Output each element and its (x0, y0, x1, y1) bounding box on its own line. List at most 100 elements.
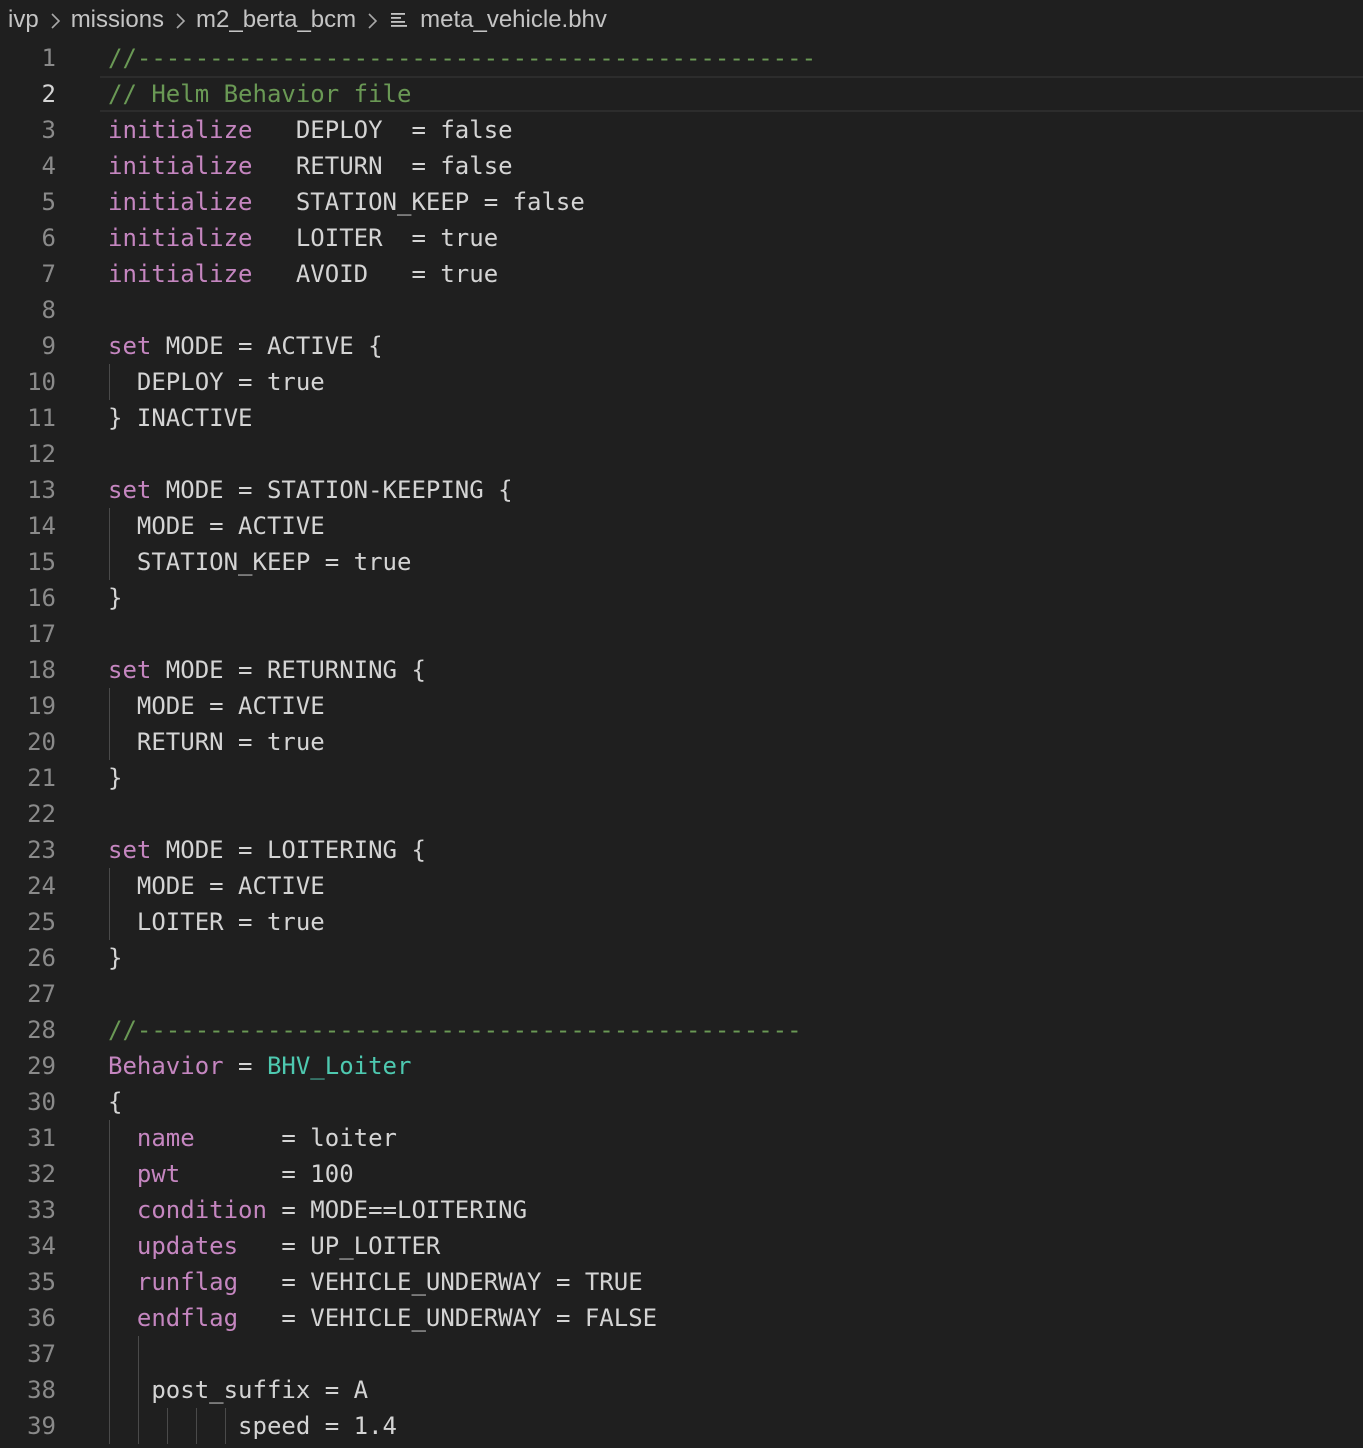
code-text: condition = MODE==LOITERING (108, 1192, 527, 1228)
code-line[interactable]: 11} INACTIVE (0, 400, 1363, 436)
code-token: LOITER = true (252, 224, 499, 252)
code-text: } (108, 580, 122, 616)
line-number: 5 (41, 188, 56, 216)
code-line[interactable]: 26} (0, 940, 1363, 976)
code-line-content[interactable] (100, 292, 1363, 328)
code-line-content[interactable]: initialize RETURN = false (100, 148, 1363, 184)
code-line-content[interactable]: initialize STATION_KEEP = false (100, 184, 1363, 220)
code-line[interactable]: 5 initialize STATION_KEEP = false (0, 184, 1363, 220)
code-line-content[interactable]: set MODE = RETURNING { (100, 652, 1363, 688)
code-line[interactable]: 6 initialize LOITER = true (0, 220, 1363, 256)
code-token: DEPLOY = false (252, 116, 513, 144)
breadcrumb-item-m2-berta-bcm[interactable]: m2_berta_bcm (196, 6, 356, 34)
code-line[interactable]: 23 set MODE = LOITERING { (0, 832, 1363, 868)
code-line[interactable]: 34 updates = UP_LOITER (0, 1228, 1363, 1264)
code-line-content[interactable]: // Helm Behavior file (100, 76, 1363, 112)
breadcrumb-item-ivp[interactable]: ivp (8, 6, 39, 34)
code-line[interactable]: 4 initialize RETURN = false (0, 148, 1363, 184)
code-line[interactable]: 13 set MODE = STATION-KEEPING { (0, 472, 1363, 508)
indent-guide (109, 1120, 110, 1444)
code-line-content[interactable]: pwt = 100 (100, 1156, 1363, 1192)
code-line-content[interactable]: DEPLOY = true (100, 364, 1363, 400)
code-line-content[interactable]: STATION_KEEP = true (100, 544, 1363, 580)
code-line[interactable]: 35 runflag = VEHICLE_UNDERWAY = TRUE (0, 1264, 1363, 1300)
code-line[interactable]: 22 (0, 796, 1363, 832)
code-editor[interactable]: 1 //-------------------------------------… (0, 40, 1363, 1448)
code-line-content[interactable]: name = loiter (100, 1120, 1363, 1156)
code-token: Behavior (108, 1052, 224, 1080)
code-line-content[interactable]: MODE = ACTIVE (100, 688, 1363, 724)
code-line-content[interactable]: //--------------------------------------… (100, 1012, 1363, 1048)
code-line[interactable]: 12 (0, 436, 1363, 472)
line-number: 30 (27, 1088, 56, 1116)
line-number: 25 (27, 908, 56, 936)
code-line-content[interactable]: Behavior = BHV_Loiter (100, 1048, 1363, 1084)
code-text: initialize RETURN = false (108, 148, 513, 184)
line-number: 20 (27, 728, 56, 756)
code-line-content[interactable]: initialize AVOID = true (100, 256, 1363, 292)
code-line[interactable]: 19 MODE = ACTIVE (0, 688, 1363, 724)
code-line-content[interactable]: initialize DEPLOY = false (100, 112, 1363, 148)
code-line[interactable]: 31 name = loiter (0, 1120, 1363, 1156)
code-line[interactable]: 7 initialize AVOID = true (0, 256, 1363, 292)
code-line-content[interactable]: speed = 1.4 (100, 1408, 1363, 1444)
code-line[interactable]: 24 MODE = ACTIVE (0, 868, 1363, 904)
code-line-content[interactable] (100, 436, 1363, 472)
breadcrumb-item-file[interactable]: meta_vehicle.bhv (388, 6, 607, 34)
code-line[interactable]: 33 condition = MODE==LOITERING (0, 1192, 1363, 1228)
code-line-content[interactable]: } (100, 580, 1363, 616)
code-line[interactable]: 10 DEPLOY = true (0, 364, 1363, 400)
code-line-content[interactable]: //--------------------------------------… (100, 40, 1363, 76)
code-line-content[interactable]: endflag = VEHICLE_UNDERWAY = FALSE (100, 1300, 1363, 1336)
code-line[interactable]: 14 MODE = ACTIVE (0, 508, 1363, 544)
code-line[interactable]: 8 (0, 292, 1363, 328)
code-line[interactable]: 39 speed = 1.4 (0, 1408, 1363, 1444)
code-line[interactable]: 3 initialize DEPLOY = false (0, 112, 1363, 148)
code-line[interactable]: 18 set MODE = RETURNING { (0, 652, 1363, 688)
code-line-content[interactable]: } (100, 940, 1363, 976)
code-line-content[interactable]: } INACTIVE (100, 400, 1363, 436)
code-line[interactable]: 29 Behavior = BHV_Loiter (0, 1048, 1363, 1084)
code-line[interactable]: 20 RETURN = true (0, 724, 1363, 760)
code-line-content[interactable] (100, 976, 1363, 1012)
code-line-content[interactable]: set MODE = ACTIVE { (100, 328, 1363, 364)
code-line-content[interactable] (100, 616, 1363, 652)
code-line-content[interactable]: MODE = ACTIVE (100, 508, 1363, 544)
code-line-content[interactable]: updates = UP_LOITER (100, 1228, 1363, 1264)
code-token: set (108, 656, 152, 684)
code-line[interactable]: 15 STATION_KEEP = true (0, 544, 1363, 580)
line-number: 39 (27, 1412, 56, 1440)
code-line[interactable]: 27 (0, 976, 1363, 1012)
code-line[interactable]: 28 //------------------------------------… (0, 1012, 1363, 1048)
code-line-content[interactable]: } (100, 760, 1363, 796)
code-line-content[interactable]: initialize LOITER = true (100, 220, 1363, 256)
code-line-content[interactable]: RETURN = true (100, 724, 1363, 760)
code-line[interactable]: 21} (0, 760, 1363, 796)
code-line[interactable]: 32 pwt = 100 (0, 1156, 1363, 1192)
code-line-content[interactable] (100, 796, 1363, 832)
code-token: initialize (108, 116, 253, 144)
code-text: initialize DEPLOY = false (108, 112, 513, 148)
code-line[interactable]: 30 { (0, 1084, 1363, 1120)
code-line-content[interactable]: post_suffix = A (100, 1372, 1363, 1408)
code-line-content[interactable]: condition = MODE==LOITERING (100, 1192, 1363, 1228)
code-line[interactable]: 37 (0, 1336, 1363, 1372)
code-line[interactable]: 1 //-------------------------------------… (0, 40, 1363, 76)
breadcrumb-item-missions[interactable]: missions (71, 6, 164, 34)
code-line-content[interactable]: set MODE = STATION-KEEPING { (100, 472, 1363, 508)
code-line-content[interactable]: LOITER = true (100, 904, 1363, 940)
code-line-content[interactable] (100, 1336, 1363, 1372)
code-line[interactable]: 38 post_suffix = A (0, 1372, 1363, 1408)
code-line-content[interactable]: MODE = ACTIVE (100, 868, 1363, 904)
code-text: runflag = VEHICLE_UNDERWAY = TRUE (108, 1264, 643, 1300)
code-text: LOITER = true (108, 904, 325, 940)
code-line[interactable]: 9 set MODE = ACTIVE { (0, 328, 1363, 364)
code-line[interactable]: 36 endflag = VEHICLE_UNDERWAY = FALSE (0, 1300, 1363, 1336)
code-line-content[interactable]: runflag = VEHICLE_UNDERWAY = TRUE (100, 1264, 1363, 1300)
code-line-content[interactable]: set MODE = LOITERING { (100, 832, 1363, 868)
code-line[interactable]: 17 (0, 616, 1363, 652)
code-line[interactable]: 25 LOITER = true (0, 904, 1363, 940)
code-line[interactable]: 16} (0, 580, 1363, 616)
code-line-content[interactable]: { (100, 1084, 1363, 1120)
code-line[interactable]: 2 // Helm Behavior file (0, 76, 1363, 112)
